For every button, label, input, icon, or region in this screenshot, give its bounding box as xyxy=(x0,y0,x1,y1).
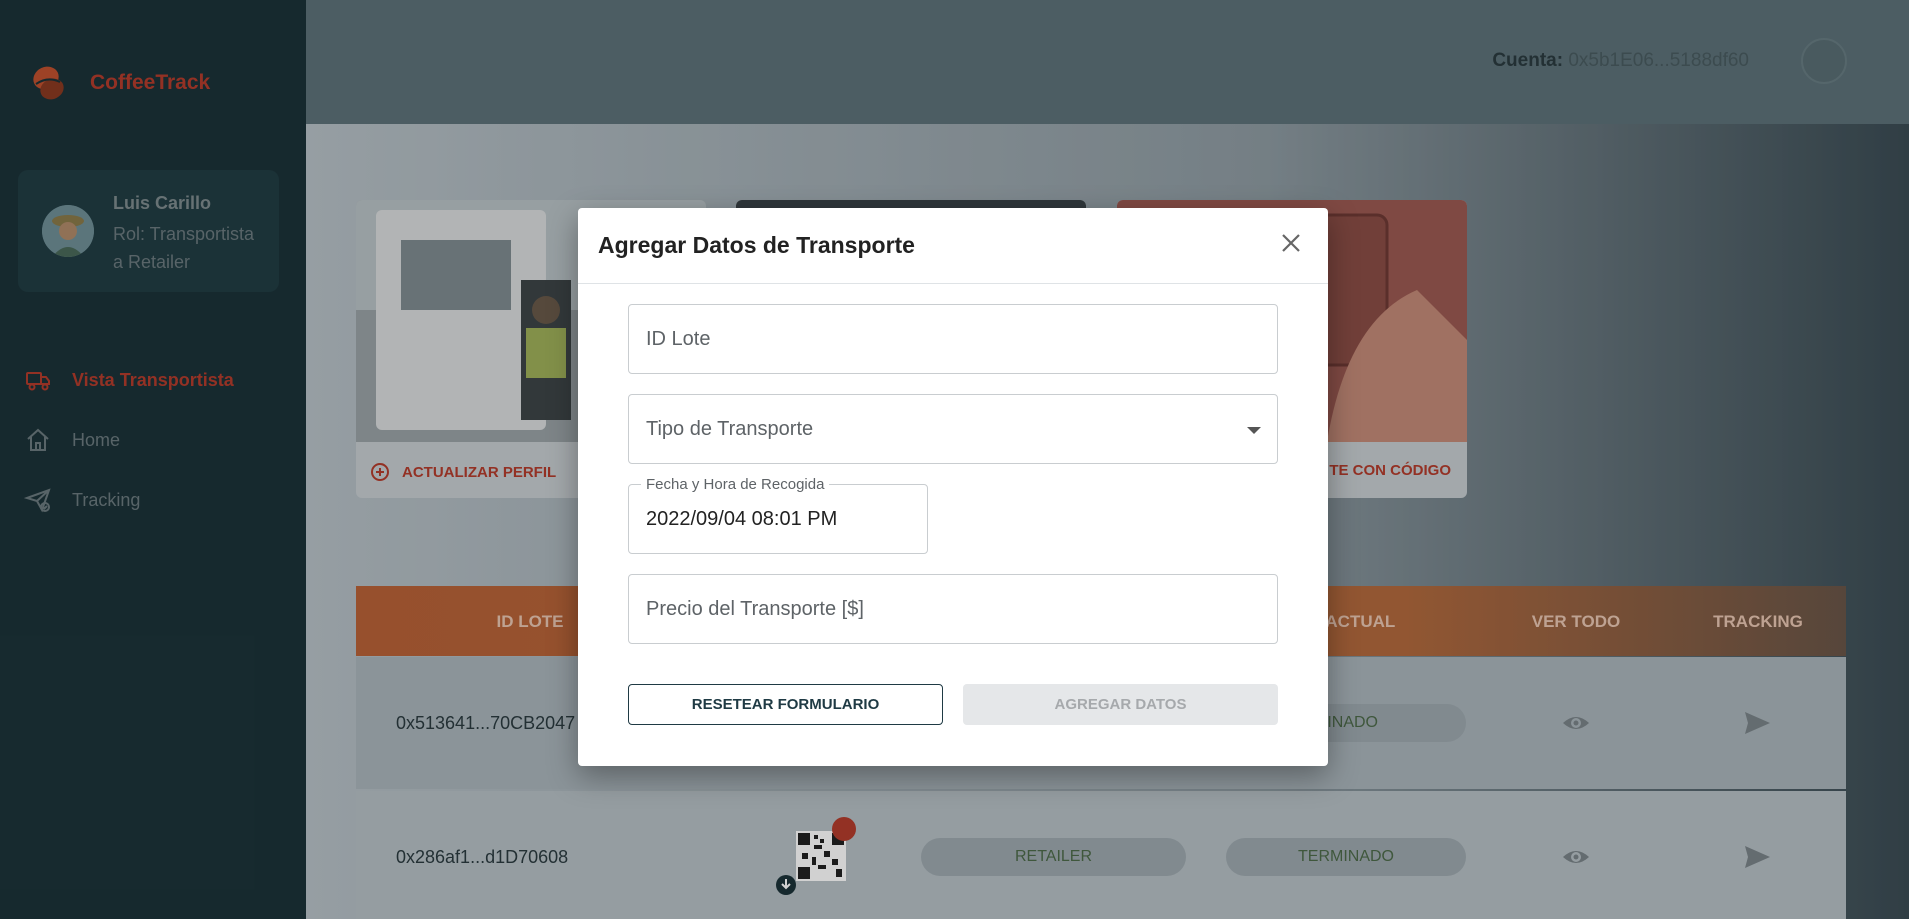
dialog-title: Agregar Datos de Transporte xyxy=(598,232,915,258)
fecha-recogida-value: 2022/09/04 08:01 PM xyxy=(646,507,838,530)
fecha-recogida-label: Fecha y Hora de Recogida xyxy=(641,476,830,493)
precio-transporte-placeholder: Precio del Transporte [$] xyxy=(646,597,864,620)
id-lote-input[interactable]: ID Lote xyxy=(628,304,1278,374)
add-data-button[interactable]: AGREGAR DATOS xyxy=(963,684,1278,725)
transport-data-dialog: Agregar Datos de Transporte ID Lote Tipo… xyxy=(578,208,1328,766)
id-lote-placeholder: ID Lote xyxy=(646,327,711,350)
divider xyxy=(578,283,1328,284)
tipo-transporte-placeholder: Tipo de Transporte xyxy=(646,417,814,440)
precio-transporte-input[interactable]: Precio del Transporte [$] xyxy=(628,574,1278,644)
close-icon[interactable] xyxy=(1274,226,1308,260)
reset-form-button[interactable]: RESETEAR FORMULARIO xyxy=(628,684,943,725)
dropdown-caret-icon xyxy=(1247,427,1261,434)
tipo-transporte-select[interactable]: Tipo de Transporte xyxy=(628,394,1278,464)
fecha-recogida-input[interactable]: Fecha y Hora de Recogida 2022/09/04 08:0… xyxy=(628,476,928,554)
